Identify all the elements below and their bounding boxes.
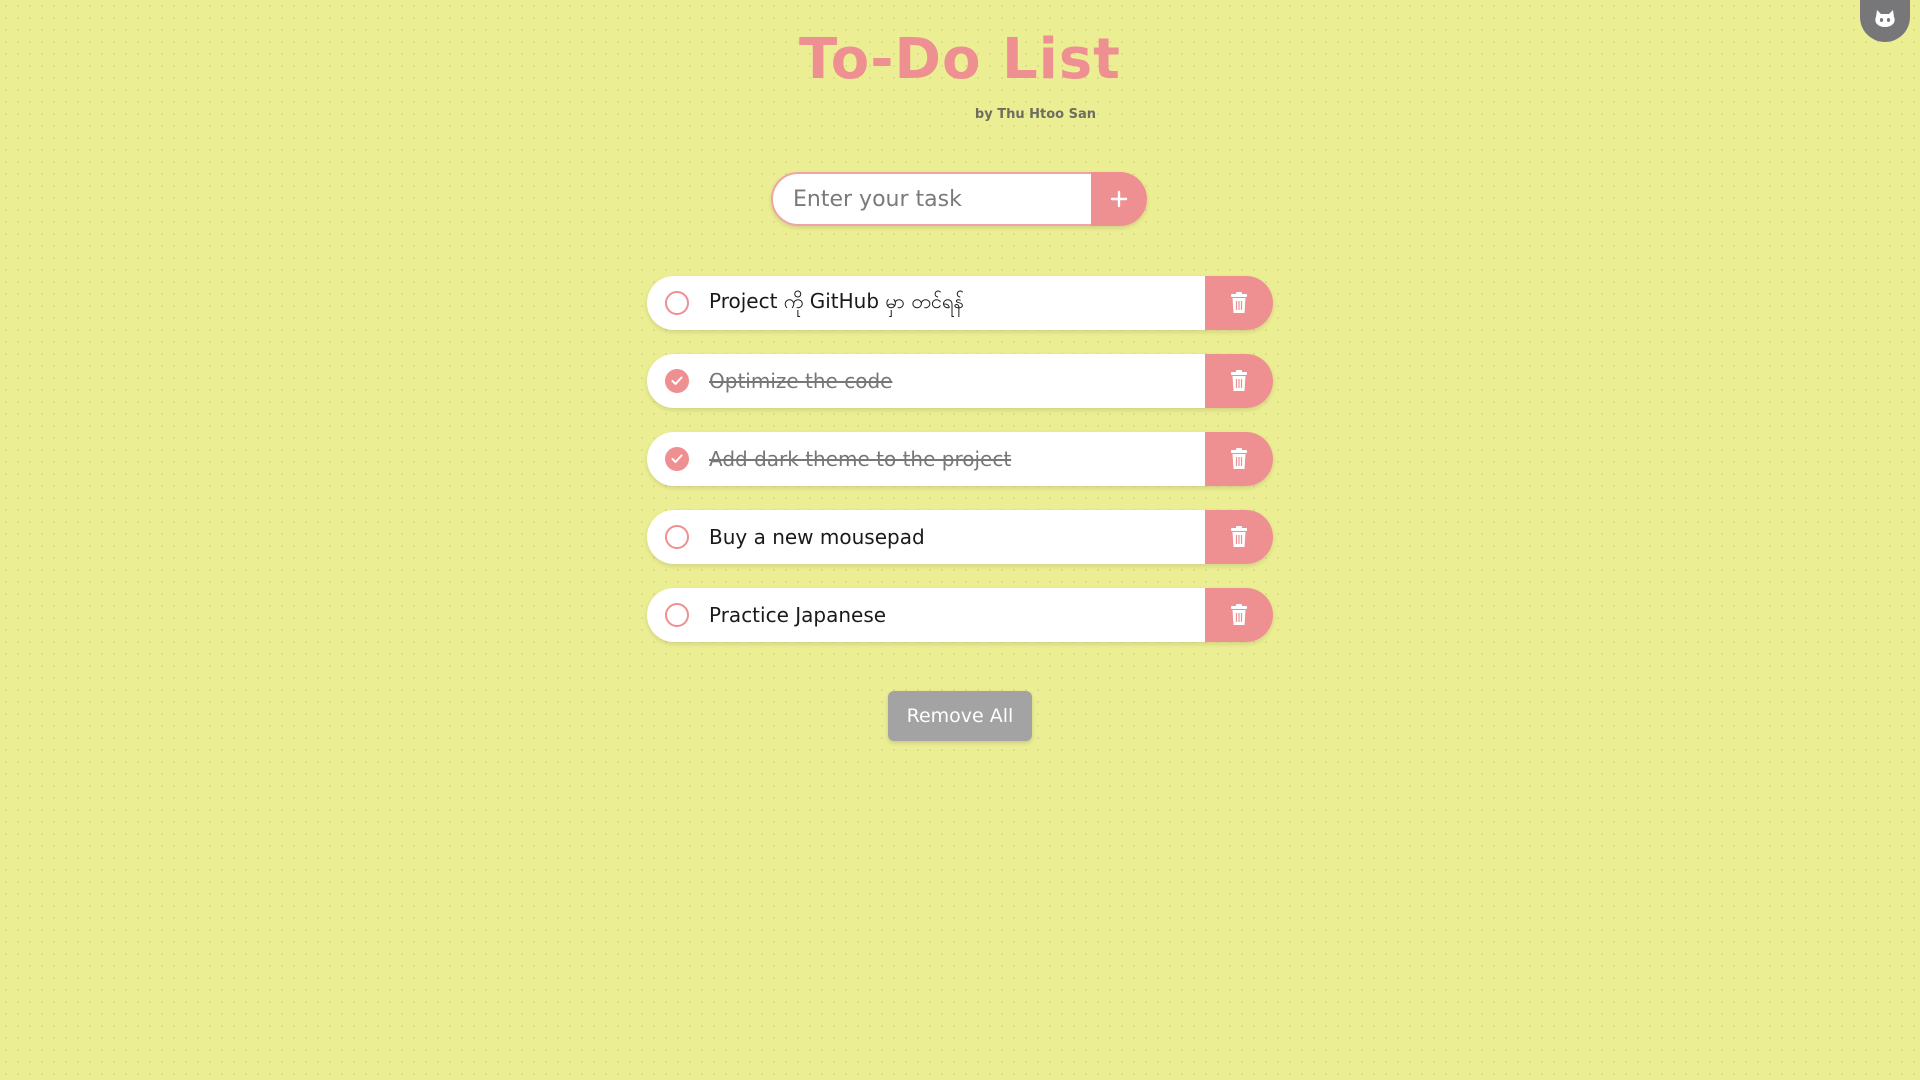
checked-circle-icon[interactable]	[665, 447, 689, 471]
trash-icon	[1231, 604, 1247, 625]
task-toggle[interactable]: Buy a new mousepad	[647, 510, 1205, 564]
task-text: Practice Japanese	[709, 603, 887, 627]
task-text: Optimize the code	[709, 369, 893, 393]
delete-task-button[interactable]	[1205, 354, 1273, 408]
add-task-form	[771, 172, 1147, 226]
task-item: Optimize the code	[647, 354, 1273, 408]
task-input[interactable]	[771, 172, 1091, 226]
task-list: Project ကို GitHub မှာ တင်ရန် Optimize t…	[647, 276, 1273, 666]
page-title: To-Do List	[799, 27, 1121, 92]
delete-task-button[interactable]	[1205, 588, 1273, 642]
remove-all-button[interactable]: Remove All	[888, 691, 1032, 741]
delete-task-button[interactable]	[1205, 276, 1273, 330]
unchecked-circle-icon[interactable]	[665, 525, 689, 549]
task-text: Buy a new mousepad	[709, 525, 925, 549]
task-item: Project ကို GitHub မှာ တင်ရန်	[647, 276, 1273, 330]
task-toggle[interactable]: Add dark theme to the project	[647, 432, 1205, 486]
delete-task-button[interactable]	[1205, 510, 1273, 564]
unchecked-circle-icon[interactable]	[665, 603, 689, 627]
trash-icon	[1231, 448, 1247, 469]
task-item: Practice Japanese	[647, 588, 1273, 642]
plus-icon	[1110, 190, 1128, 208]
trash-icon	[1231, 370, 1247, 391]
task-toggle[interactable]: Optimize the code	[647, 354, 1205, 408]
task-item: Add dark theme to the project	[647, 432, 1273, 486]
check-icon	[671, 454, 683, 463]
trash-icon	[1231, 526, 1247, 547]
task-item: Buy a new mousepad	[647, 510, 1273, 564]
trash-icon	[1231, 292, 1247, 313]
unchecked-circle-icon[interactable]	[665, 291, 689, 315]
add-task-button[interactable]	[1091, 172, 1147, 226]
task-text: Add dark theme to the project	[709, 447, 1012, 471]
task-toggle[interactable]: Practice Japanese	[647, 588, 1205, 642]
check-icon	[671, 376, 683, 385]
task-text: Project ကို GitHub မှာ တင်ရန်	[709, 289, 964, 313]
delete-task-button[interactable]	[1205, 432, 1273, 486]
author-byline: by Thu Htoo San	[974, 107, 1096, 122]
task-toggle[interactable]: Project ကို GitHub မှာ တင်ရန်	[647, 276, 1205, 330]
checked-circle-icon[interactable]	[665, 369, 689, 393]
